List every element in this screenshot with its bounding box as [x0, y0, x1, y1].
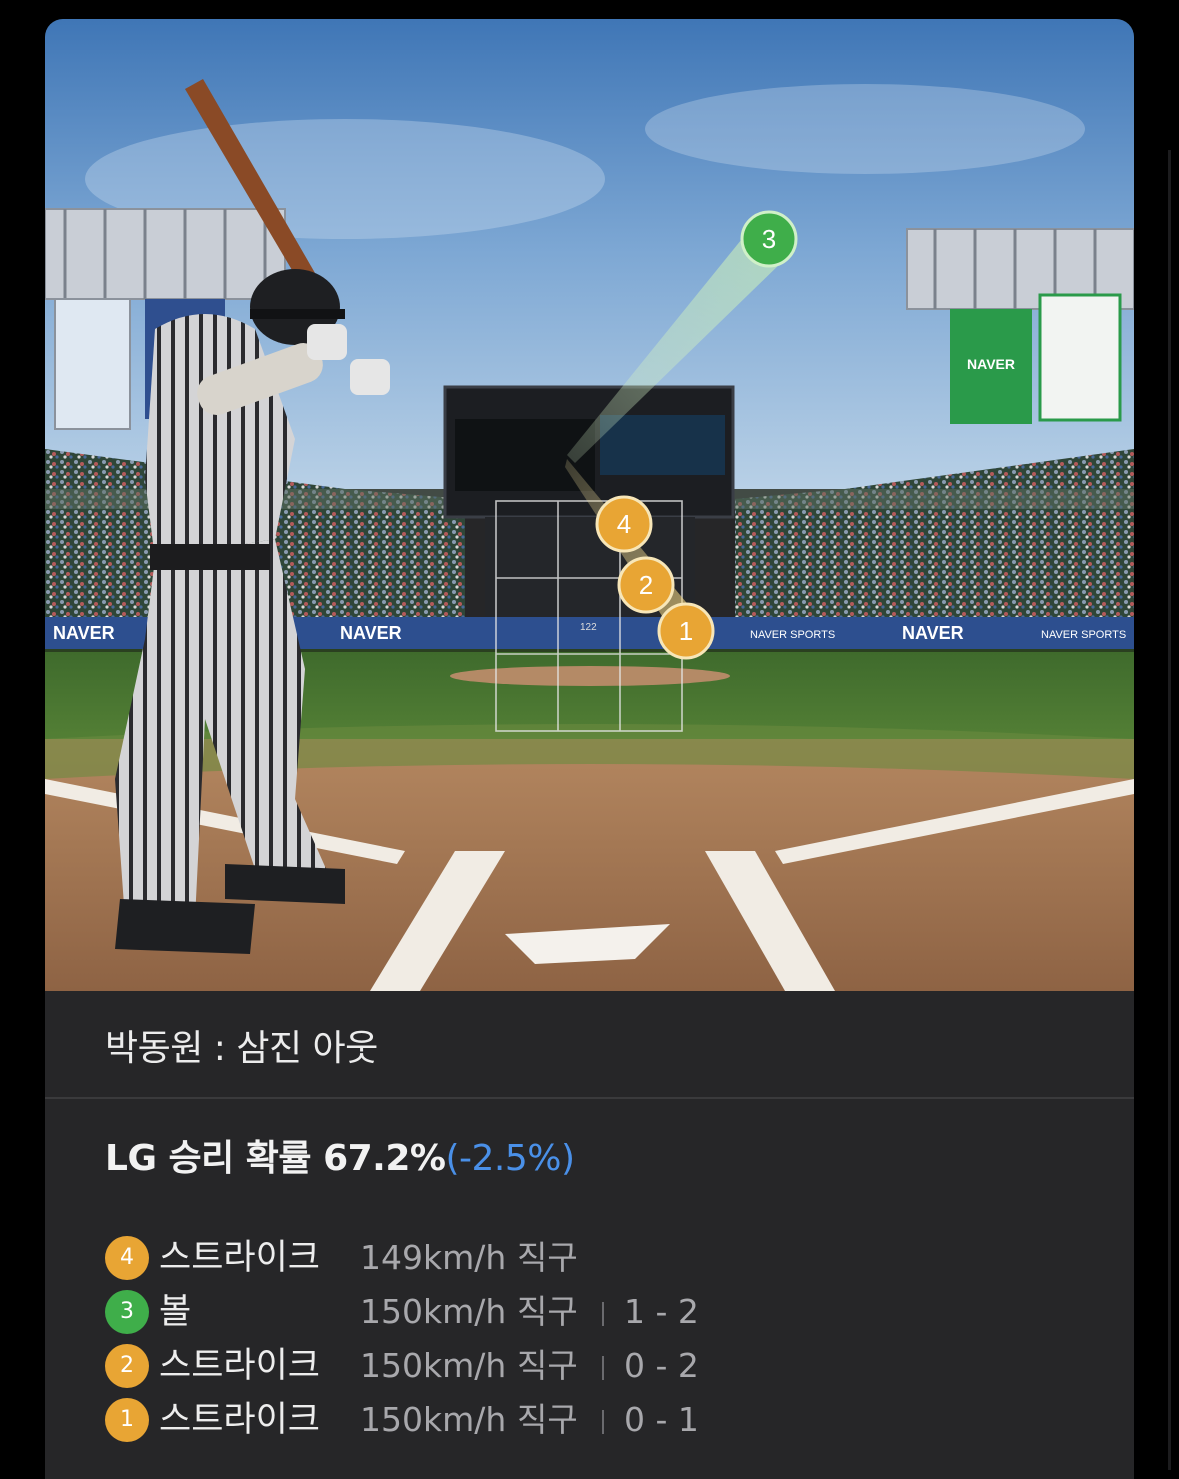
pitch-row[interactable]: 2 스트라이크 150km/h 직구 0 - 2 [105, 1339, 1005, 1393]
pitch-count: 1 - 2 [624, 1292, 699, 1331]
win-probability: LG 승리 확률 67.2%(-2.5%) [105, 1129, 575, 1181]
pitch-speed: 150km/h [360, 1292, 507, 1331]
pitch-marker-4[interactable]: 4 [595, 495, 653, 553]
pitch-marker-1[interactable]: 1 [657, 602, 715, 660]
pitch-speed: 149km/h [360, 1238, 507, 1277]
pitch-count: 0 - 1 [624, 1400, 699, 1439]
pitch-row[interactable]: 4 스트라이크 149km/h 직구 [105, 1231, 1005, 1285]
pitch-type: 직구 [517, 1292, 578, 1331]
pitch-number-badge: 3 [105, 1290, 149, 1334]
svg-text:3: 3 [762, 224, 776, 254]
svg-text:NAVER: NAVER [967, 356, 1015, 372]
banner-sports-1: NAVER SPORTS [750, 629, 835, 641]
scoreboard-speed: 122 [580, 622, 597, 633]
svg-text:2: 2 [639, 570, 653, 600]
pitch-type: 직구 [517, 1400, 578, 1439]
pitch-number-badge: 2 [105, 1344, 149, 1388]
pitch-number-badge: 1 [105, 1398, 149, 1442]
pitch-tracker-card: NAVER NAVER NAVER NAVER NAVER SPORTS NAV… [45, 19, 1134, 1479]
win-probability-label: LG 승리 확률 67.2% [105, 1138, 446, 1179]
play-result-text: 박동원 : 삼진 아웃 [105, 1028, 378, 1069]
pitch-result: 스트라이크 [159, 1346, 321, 1386]
pitch-speed: 150km/h [360, 1400, 507, 1439]
pitch-result: 볼 [159, 1292, 192, 1332]
pitch-row[interactable]: 1 스트라이크 150km/h 직구 0 - 1 [105, 1393, 1005, 1447]
banner-naver-2: NAVER [340, 623, 402, 643]
pitch-list: 4 스트라이크 149km/h 직구 3 볼 150km/h 직구 1 - 2 … [105, 1231, 1005, 1447]
pitch-type: 직구 [517, 1346, 578, 1385]
pitch-count: 0 - 2 [624, 1346, 699, 1385]
scrollbar[interactable] [1168, 150, 1171, 1470]
svg-text:4: 4 [617, 509, 631, 539]
pitch-marker-3[interactable]: 3 [740, 210, 798, 268]
pitch-row[interactable]: 3 볼 150km/h 직구 1 - 2 [105, 1285, 1005, 1339]
pitch-type: 직구 [517, 1238, 578, 1277]
pitch-marker-2[interactable]: 2 [617, 556, 675, 614]
pitch-number-badge: 4 [105, 1236, 149, 1280]
count-divider [602, 1410, 604, 1434]
pitch-result: 스트라이크 [159, 1238, 321, 1278]
pitch-speed: 150km/h [360, 1346, 507, 1385]
banner-naver-3: NAVER [902, 623, 964, 643]
count-divider [602, 1356, 604, 1380]
count-divider [602, 1302, 604, 1326]
banner-sports-2: NAVER SPORTS [1041, 629, 1126, 641]
banner-naver-1: NAVER [53, 623, 115, 643]
pitch-result: 스트라이크 [159, 1400, 321, 1440]
play-result-section: 박동원 : 삼진 아웃 [45, 991, 1134, 1099]
svg-text:1: 1 [679, 616, 693, 646]
pitch-visualization: NAVER NAVER NAVER NAVER NAVER SPORTS NAV… [45, 19, 1134, 991]
win-probability-delta: (-2.5%) [445, 1138, 575, 1179]
